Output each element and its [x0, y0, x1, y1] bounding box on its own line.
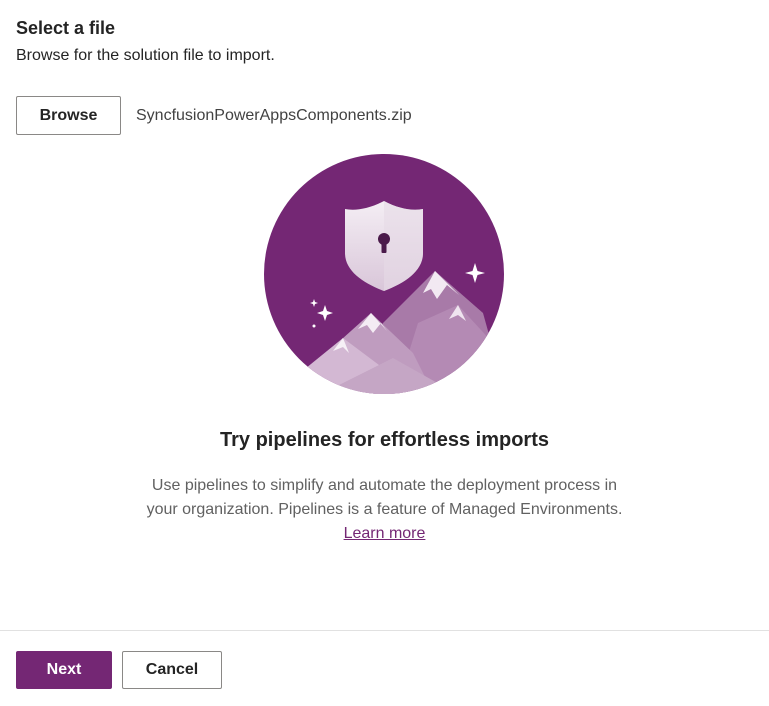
section-title: Select a file: [16, 18, 116, 38]
promo-description-line: Use pipelines to simplify and automate t…: [151, 477, 618, 494]
learn-more-container: Learn more: [0, 522, 769, 546]
footer-divider: [0, 630, 769, 631]
file-picker-row: Browse SyncfusionPowerAppsComponents.zip: [16, 96, 412, 135]
learn-more-link[interactable]: Learn more: [344, 525, 426, 542]
promo-description-line: your organization. Pipelines is a featur…: [146, 501, 623, 518]
cancel-button[interactable]: Cancel: [122, 651, 222, 689]
selected-file-name: SyncfusionPowerAppsComponents.zip: [136, 106, 412, 124]
promo-description: Use pipelines to simplify and automate t…: [0, 474, 769, 522]
import-solution-panel: Select a file Browse for the solution fi…: [0, 0, 769, 706]
footer-actions: Next Cancel: [16, 651, 222, 689]
section-description: Browse for the solution file to import.: [16, 47, 275, 64]
next-button[interactable]: Next: [16, 651, 112, 689]
promo-title: Try pipelines for effortless imports: [220, 429, 549, 451]
shield-mountains-icon: [263, 153, 505, 395]
browse-button[interactable]: Browse: [16, 96, 121, 135]
